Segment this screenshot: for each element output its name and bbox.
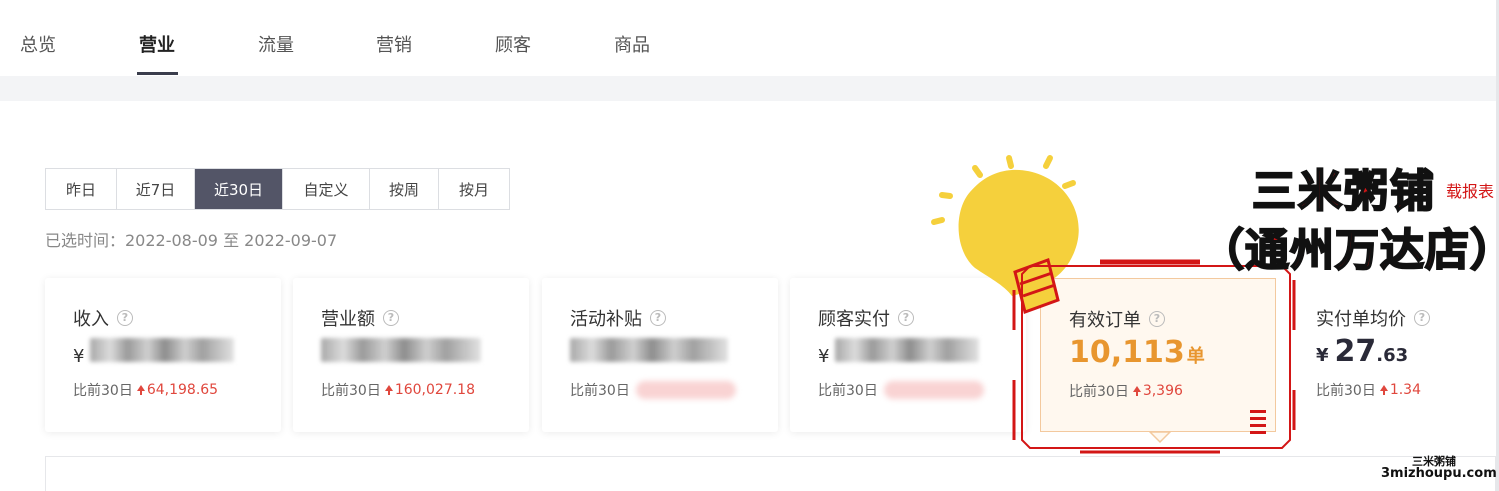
frame-stripes: [1250, 410, 1266, 434]
lightbulb-icon: [931, 155, 1079, 314]
promo-subtitle: （通州万达店）: [1199, 224, 1499, 277]
promo-headline: 三米粥铺: [1251, 165, 1436, 218]
promo-side-text: 载报表: [1446, 182, 1495, 201]
callout-pointer: [1148, 431, 1172, 444]
watermark-url: 3mizhoupu.com: [1381, 466, 1497, 481]
